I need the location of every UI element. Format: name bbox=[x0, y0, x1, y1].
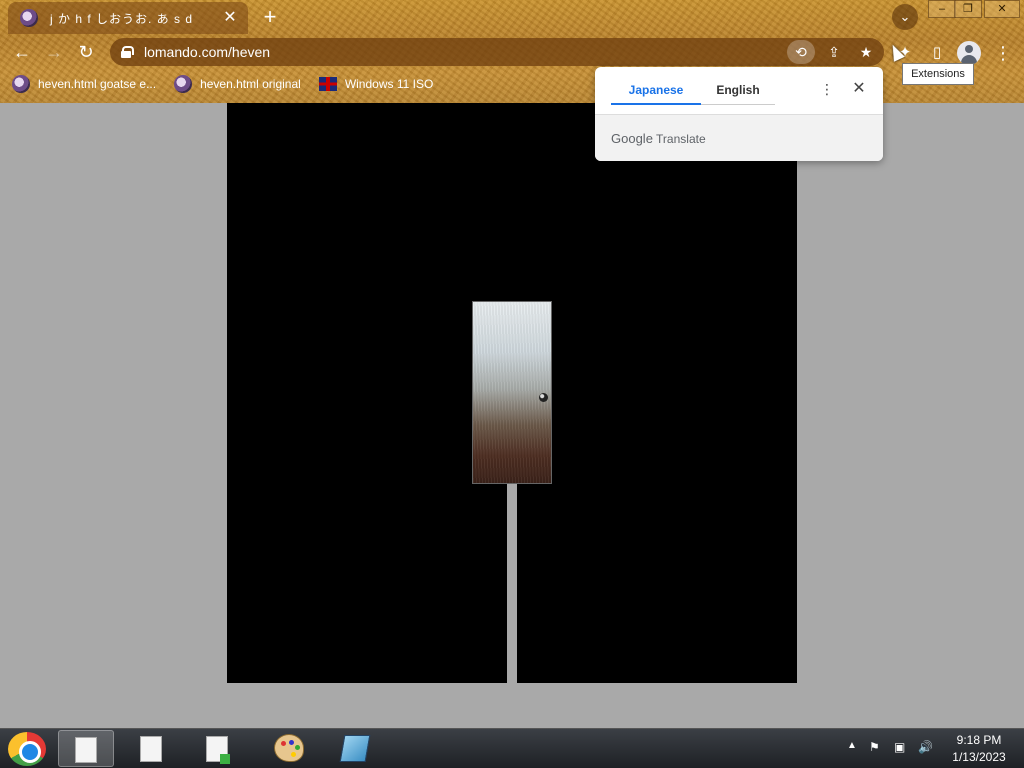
tab-title: j か h f しおうお. あ s d bbox=[50, 11, 194, 26]
forward-button[interactable]: → bbox=[42, 40, 66, 64]
bookmark-item[interactable]: heven.html original bbox=[174, 75, 301, 93]
floor-gap bbox=[507, 484, 517, 683]
lock-icon[interactable] bbox=[120, 46, 134, 58]
tab-favicon-icon bbox=[20, 9, 38, 27]
bookmark-label: heven.html original bbox=[200, 77, 301, 91]
bookmark-item[interactable]: heven.html goatse e... bbox=[12, 75, 156, 93]
translate-popup: Japanese English ⋮ ✕ Google Translate bbox=[595, 67, 883, 161]
chrome-menu-icon[interactable]: ⋮ bbox=[990, 40, 1016, 66]
tab-close-icon[interactable]: ✕ bbox=[222, 10, 238, 26]
show-hidden-icons-icon[interactable]: ▲ bbox=[847, 740, 857, 751]
translate-brand: Translate bbox=[656, 132, 706, 146]
profile-avatar[interactable] bbox=[957, 41, 981, 65]
taskbar-item-notepad[interactable] bbox=[326, 730, 382, 767]
tab-search-button[interactable]: ⌄ bbox=[892, 4, 918, 30]
bookmark-item[interactable]: Windows 11 ISO bbox=[318, 77, 434, 91]
bookmark-label: Windows 11 ISO bbox=[344, 77, 434, 91]
clock-time: 9:18 PM bbox=[956, 733, 1002, 747]
google-brand: Google bbox=[611, 131, 653, 146]
taskbar-item-document[interactable] bbox=[58, 730, 114, 767]
window-close-button[interactable]: ✕ bbox=[984, 0, 1020, 18]
tab-japanese[interactable]: Japanese bbox=[611, 81, 701, 105]
back-button[interactable]: ← bbox=[10, 40, 34, 64]
extensions-tooltip: Extensions bbox=[902, 63, 974, 85]
translate-language-tabs: Japanese English bbox=[611, 81, 775, 105]
tab-english[interactable]: English bbox=[701, 81, 775, 105]
translate-close-icon[interactable]: ✕ bbox=[849, 79, 869, 99]
translate-footer: Google Translate bbox=[595, 114, 883, 161]
taskbar-item-document[interactable] bbox=[124, 730, 180, 767]
system-clock[interactable]: 9:18 PM 1/13/2023 bbox=[944, 732, 1014, 766]
document-green-icon bbox=[206, 736, 230, 764]
action-center-flag-icon[interactable]: ⚑ bbox=[869, 740, 880, 754]
address-url[interactable]: lomando.com/heven bbox=[144, 44, 270, 60]
volume-icon[interactable]: 🔊 bbox=[918, 740, 933, 754]
taskbar-item-document[interactable] bbox=[190, 730, 246, 767]
uk-flag-icon bbox=[318, 77, 337, 91]
document-icon bbox=[140, 736, 162, 762]
reload-button[interactable]: ↻ bbox=[74, 40, 98, 64]
bookmarks-bar: heven.html goatse e... heven.html origin… bbox=[0, 72, 439, 96]
share-icon[interactable]: ⇪ bbox=[820, 40, 848, 64]
bookmark-favicon-icon bbox=[12, 75, 30, 93]
door-image[interactable] bbox=[472, 301, 552, 484]
door-knob-icon bbox=[539, 393, 548, 402]
address-bar[interactable]: lomando.com/heven bbox=[110, 38, 884, 66]
new-tab-button[interactable]: + bbox=[258, 6, 282, 30]
notepad-icon bbox=[339, 735, 371, 762]
tab-active[interactable]: j か h f しおうお. あ s d ✕ bbox=[8, 2, 248, 34]
bookmark-star-icon[interactable]: ★ bbox=[852, 40, 880, 64]
clock-date: 1/13/2023 bbox=[952, 750, 1006, 764]
network-icon[interactable]: ▣ bbox=[894, 740, 905, 754]
bookmark-label: heven.html goatse e... bbox=[38, 77, 157, 91]
paint-palette-icon bbox=[274, 734, 304, 762]
bookmark-favicon-icon bbox=[174, 75, 193, 93]
translate-icon[interactable]: ⟲ bbox=[787, 40, 815, 64]
window-minimize-button[interactable]: – bbox=[928, 0, 956, 18]
taskbar-item-paint[interactable] bbox=[260, 730, 316, 767]
chrome-taskbar-icon[interactable] bbox=[8, 732, 46, 766]
document-icon bbox=[75, 737, 97, 763]
translate-more-icon[interactable]: ⋮ bbox=[817, 79, 837, 99]
window-maximize-button[interactable]: ❐ bbox=[954, 0, 982, 18]
